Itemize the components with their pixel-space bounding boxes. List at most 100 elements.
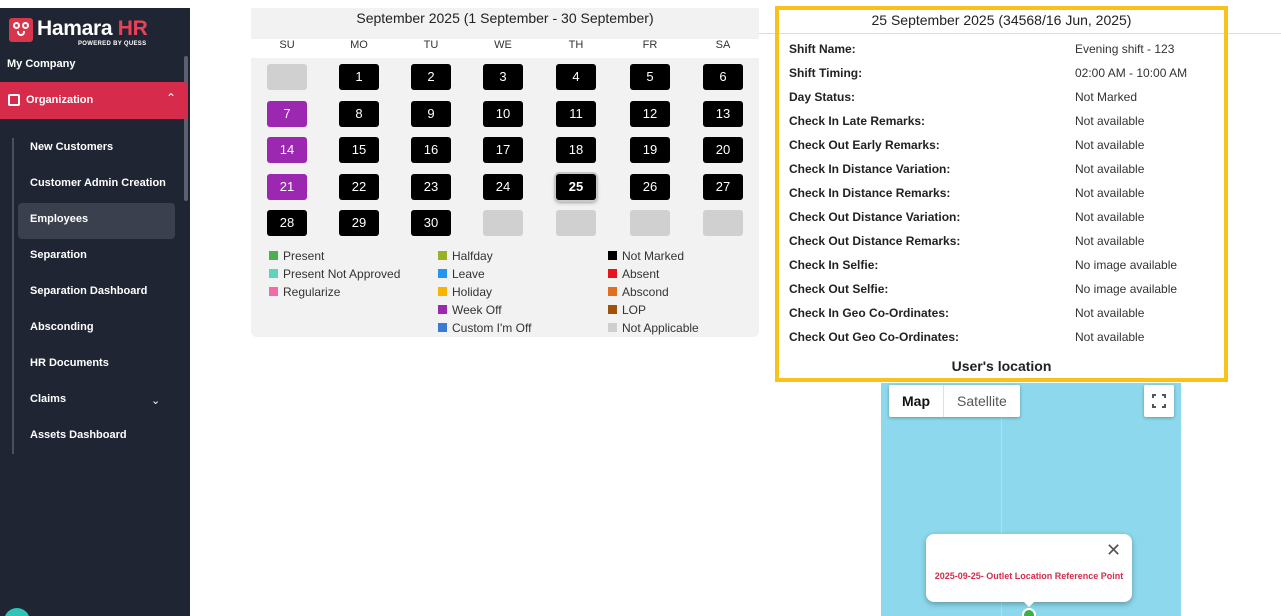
map-view-button[interactable]: Map — [889, 385, 944, 417]
legend-swatch — [608, 287, 617, 296]
calendar-empty-day — [630, 210, 670, 236]
calendar-day[interactable]: 17 — [483, 137, 523, 163]
sidebar-scrollbar[interactable] — [184, 56, 188, 201]
satellite-view-button[interactable]: Satellite — [944, 385, 1020, 417]
calendar-day[interactable]: 10 — [483, 101, 523, 127]
calendar-day[interactable]: 20 — [703, 137, 743, 163]
nav-item-separation-dashboard[interactable]: Separation Dashboard — [30, 285, 147, 297]
close-icon[interactable]: ✕ — [1106, 540, 1121, 561]
calendar-day[interactable]: 6 — [703, 64, 743, 90]
calendar-day[interactable]: 11 — [556, 101, 596, 127]
chevron-up-icon: ⌃ — [166, 91, 177, 105]
logo-icon — [9, 18, 33, 42]
legend-label: Present Not Approved — [283, 267, 401, 281]
calendar-day[interactable]: 29 — [339, 210, 379, 236]
nav-item-employees[interactable]: Employees — [30, 213, 88, 225]
calendar-day[interactable]: 12 — [630, 101, 670, 127]
legend-swatch — [608, 305, 617, 314]
legend-swatch — [438, 305, 447, 314]
map-type-toggle: Map Satellite — [889, 385, 1020, 417]
detail-label: Check In Selfie: — [789, 258, 879, 272]
legend-label: Present — [283, 249, 325, 263]
chevron-down-icon[interactable]: ⌄ — [151, 394, 160, 407]
nav-item-absconding[interactable]: Absconding — [30, 321, 94, 333]
fullscreen-icon — [1152, 394, 1166, 408]
chat-bubble-icon[interactable] — [4, 608, 30, 616]
legend-item: Not Applicable — [608, 321, 699, 335]
submenu-divider — [12, 138, 14, 454]
legend-item: Absent — [608, 267, 659, 281]
calendar-empty-day — [556, 210, 596, 236]
nav-my-company[interactable]: My Company — [7, 58, 75, 70]
legend-swatch — [438, 251, 447, 260]
calendar-empty-day — [483, 210, 523, 236]
calendar-day[interactable]: 22 — [339, 174, 379, 200]
calendar-day[interactable]: 5 — [630, 64, 670, 90]
calendar-day[interactable]: 2 — [411, 64, 451, 90]
calendar-day[interactable]: 4 — [556, 64, 596, 90]
detail-label: Check Out Geo Co-Ordinates: — [789, 330, 960, 344]
detail-label: Check In Distance Variation: — [789, 162, 951, 176]
calendar-title: September 2025 (1 September - 30 Septemb… — [356, 10, 654, 26]
location-pin-icon[interactable] — [1022, 608, 1036, 616]
nav-item-customer-admin-creation[interactable]: Customer Admin Creation — [30, 177, 166, 189]
calendar-day[interactable]: 14 — [267, 137, 307, 163]
legend-item: Not Marked — [608, 249, 684, 263]
calendar-day[interactable]: 18 — [556, 137, 596, 163]
nav-item-claims[interactable]: Claims — [30, 393, 66, 405]
calendar-empty-day — [267, 64, 307, 90]
nav-item-separation[interactable]: Separation — [30, 249, 87, 261]
nav-item-assets-dashboard[interactable]: Assets Dashboard — [30, 429, 127, 441]
detail-label: Check Out Distance Remarks: — [789, 234, 961, 248]
calendar-day[interactable]: 1 — [339, 64, 379, 90]
calendar-day[interactable]: 26 — [630, 174, 670, 200]
legend-swatch — [608, 269, 617, 278]
legend-item: Week Off — [438, 303, 502, 317]
calendar-day[interactable]: 19 — [630, 137, 670, 163]
nav-item-hr-documents[interactable]: HR Documents — [30, 357, 109, 369]
detail-label: Check In Distance Remarks: — [789, 186, 951, 200]
legend-swatch — [269, 251, 278, 260]
detail-label: Check Out Distance Variation: — [789, 210, 961, 224]
calendar-day[interactable]: 9 — [411, 101, 451, 127]
calendar-day[interactable]: 15 — [339, 137, 379, 163]
location-map[interactable]: Map Satellite ✕ 2025-09-25- Outlet Locat… — [881, 383, 1181, 616]
calendar-day[interactable]: 21 — [267, 174, 307, 200]
detail-value: Not Marked — [1075, 90, 1138, 104]
detail-value: Not available — [1075, 210, 1145, 224]
legend-item: Custom I'm Off — [438, 321, 531, 335]
detail-value: Not available — [1075, 234, 1145, 248]
calendar-day[interactable]: 13 — [703, 101, 743, 127]
weekday-label: SU — [279, 39, 295, 51]
detail-value: Not available — [1075, 186, 1145, 200]
calendar-day[interactable]: 25 — [556, 174, 596, 200]
legend-item: Present Not Approved — [269, 267, 400, 281]
calendar-day[interactable]: 30 — [411, 210, 451, 236]
nav-organization[interactable]: Organization ⌃ — [0, 82, 188, 119]
fullscreen-button[interactable] — [1144, 385, 1174, 417]
calendar-day[interactable]: 8 — [339, 101, 379, 127]
calendar-day[interactable]: 23 — [411, 174, 451, 200]
legend-swatch — [438, 323, 447, 332]
calendar-day[interactable]: 24 — [483, 174, 523, 200]
legend-label: Custom I'm Off — [452, 321, 532, 335]
nav-item-new-customers[interactable]: New Customers — [30, 141, 113, 153]
nav-organization-label: Organization — [26, 94, 94, 106]
legend-label: Abscond — [622, 285, 669, 299]
detail-value: Not available — [1075, 138, 1145, 152]
legend-label: LOP — [622, 303, 647, 317]
calendar-day[interactable]: 28 — [267, 210, 307, 236]
calendar-day[interactable]: 3 — [483, 64, 523, 90]
legend-swatch — [269, 287, 278, 296]
detail-value: Not available — [1075, 114, 1145, 128]
legend-label: Not Marked — [622, 249, 685, 263]
legend-swatch — [438, 287, 447, 296]
popup-pointer — [1023, 601, 1035, 607]
calendar-day[interactable]: 27 — [703, 174, 743, 200]
detail-label: Shift Timing: — [789, 66, 863, 80]
detail-label: Check Out Selfie: — [789, 282, 889, 296]
calendar-day[interactable]: 16 — [411, 137, 451, 163]
details-divider — [779, 33, 1224, 34]
calendar-day[interactable]: 7 — [267, 101, 307, 127]
hamara-hr-logo[interactable]: Hamara HR POWERED BY QUESS — [9, 17, 159, 54]
